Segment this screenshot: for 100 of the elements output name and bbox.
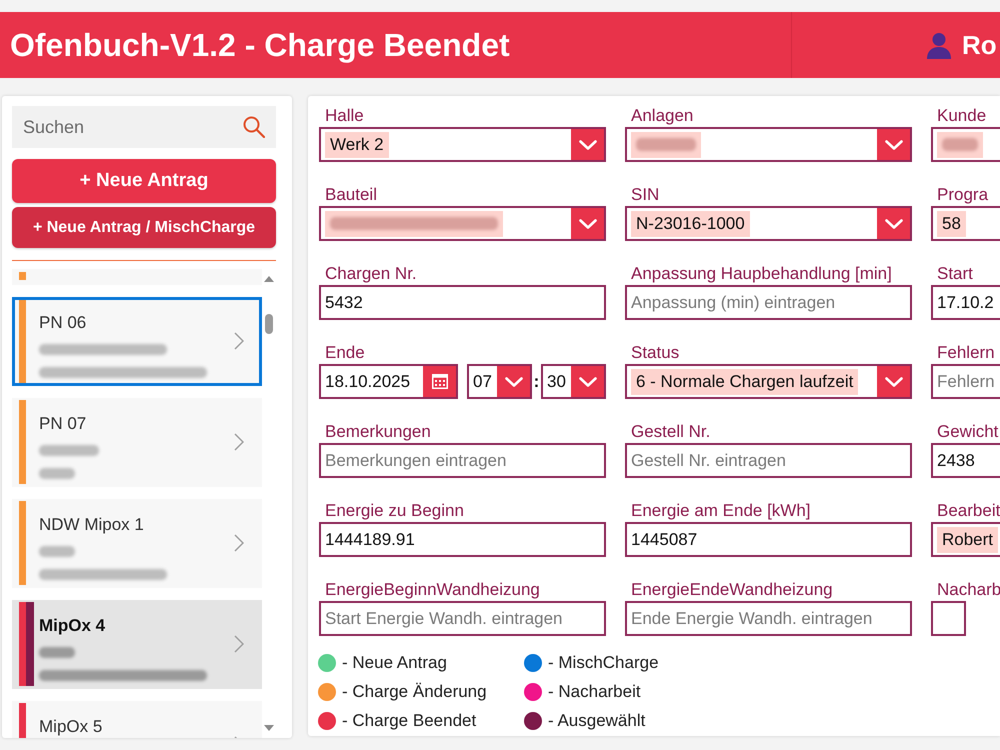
dropdown-button[interactable] [571, 208, 604, 239]
list-item[interactable]: PN 07 [12, 398, 262, 487]
field-label: Gewicht [936, 422, 1000, 442]
field-label: Bauteil [324, 185, 378, 205]
search-field[interactable]: Suchen [12, 106, 276, 148]
field-label: Anpassung Haupbehandlung [min] [630, 264, 893, 284]
date-field[interactable]: 18.10.2025 [319, 364, 458, 399]
field-label: EnergieEndeWandheizung [630, 580, 834, 600]
text-field[interactable]: 2438 [931, 443, 1000, 478]
time-separator: : [532, 372, 540, 392]
text-field[interactable]: Anpassung (min) eintragen [625, 285, 912, 320]
field-label: Halle [324, 106, 365, 126]
field-label: Bearbeit [936, 501, 1000, 521]
text-field[interactable]: Start Energie Wandh. eintragen [319, 601, 606, 636]
chevron-right-icon [234, 433, 244, 451]
text-field[interactable]: Gestell Nr. eintragen [625, 443, 912, 478]
field-label: Ende [324, 343, 366, 363]
chevron-down-icon [884, 140, 902, 150]
legend-label: - Charge Änderung [342, 682, 487, 702]
field-label: Status [630, 343, 680, 363]
field-label: Energie am Ende [kWh] [630, 501, 812, 521]
blurred-text [39, 468, 75, 479]
legend-label: - MischCharge [548, 652, 659, 672]
app-title: Ofenbuch-V1.2 - Charge Beendet [10, 26, 510, 64]
dropdown-field[interactable]: 6 - Normale Chargen laufzeit [625, 364, 912, 399]
text-field[interactable]: 1445087 [625, 522, 912, 557]
field-label: Start [936, 264, 974, 284]
dropdown-button[interactable] [497, 366, 530, 397]
field-label: Chargen Nr. [324, 264, 418, 284]
field-label: Progra [936, 185, 990, 205]
scrollbar-thumb[interactable] [265, 314, 273, 334]
calendar-button[interactable] [423, 366, 456, 397]
hour-value: 07 [472, 372, 492, 392]
dropdown-button[interactable] [877, 129, 910, 160]
search-icon [243, 116, 265, 138]
chevron-down-icon [578, 218, 596, 228]
text-field[interactable]: Ende Energie Wandh. eintragen [625, 601, 912, 636]
chevron-right-icon [234, 635, 244, 653]
field-label: Fehlern [936, 343, 996, 363]
field-label: EnergieBeginnWandheizung [324, 580, 541, 600]
dropdown-field[interactable]: Werk 2 [319, 127, 606, 162]
dropdown-field[interactable] [319, 206, 606, 241]
new-request-button[interactable]: + Neue Antrag [12, 159, 276, 203]
dropdown-field[interactable]: N-23016-1000 [625, 206, 912, 241]
dropdown-button[interactable] [877, 208, 910, 239]
selected-value: Robert [937, 526, 998, 552]
item-title: NDW Mipox 1 [39, 515, 145, 535]
new-mixed-batch-button[interactable]: + Neue Antrag / MischCharge [12, 207, 276, 248]
user-icon [927, 32, 951, 58]
field-label: SIN [630, 185, 660, 205]
list-item[interactable]: PN 06 [12, 297, 262, 386]
chevron-down-icon [578, 140, 596, 150]
dropdown-field[interactable]: Robert [931, 522, 1000, 557]
legend-label: - Neue Antrag [342, 652, 447, 672]
dropdown-field[interactable] [625, 127, 912, 162]
chevron-down-icon [884, 376, 902, 386]
list-item[interactable]: MipOx 5 [12, 701, 262, 738]
legend-label: - Nacharbeit [548, 682, 641, 702]
chevron-down-icon [504, 376, 522, 386]
blurred-text [39, 445, 99, 456]
dropdown-field[interactable] [931, 127, 1000, 162]
user-name: Ro [962, 30, 997, 60]
selected-value: N-23016-1000 [631, 210, 750, 236]
chevron-right-icon [234, 332, 244, 350]
text-field[interactable]: 1444189.91 [319, 522, 606, 557]
selected-value: 58 [937, 210, 966, 236]
field-label: Bemerkungen [324, 422, 432, 442]
field-label: Energie zu Beginn [324, 501, 465, 521]
dropdown-field[interactable]: 58 [931, 206, 1000, 241]
item-title: PN 06 [39, 313, 88, 333]
selected-value: 6 - Normale Chargen laufzeit [631, 368, 858, 394]
scroll-up-arrow-icon[interactable] [264, 276, 274, 282]
hour-dropdown[interactable]: 07 [467, 364, 532, 399]
text-field[interactable]: 17.10.2 [931, 285, 1000, 320]
chevron-down-icon [578, 376, 596, 386]
item-title: PN 07 [39, 414, 88, 434]
dropdown-button[interactable] [877, 366, 910, 397]
minute-dropdown[interactable]: 30 [541, 364, 606, 399]
chevron-right-icon [234, 534, 244, 552]
field-label: Kunde [936, 106, 988, 126]
list-item[interactable]: MipOx 4 [12, 600, 262, 689]
dropdown-button[interactable] [571, 129, 604, 160]
checkbox[interactable] [931, 601, 966, 636]
field-label: Anlagen [630, 106, 694, 126]
blurred-value [631, 132, 701, 158]
text-field[interactable]: Fehlern [931, 364, 1000, 399]
field-label: Gestell Nr. [630, 422, 712, 442]
list-item[interactable]: NDW Mipox 1 [12, 499, 262, 588]
calendar-icon [432, 374, 448, 389]
blurred-text [39, 546, 75, 557]
item-title: MipOx 4 [39, 616, 106, 636]
date-value: 18.10.2025 [324, 372, 410, 392]
item-title: MipOx 5 [39, 717, 104, 737]
blurred-text [39, 647, 75, 658]
dropdown-button[interactable] [571, 366, 604, 397]
scroll-down-arrow-icon[interactable] [264, 725, 274, 731]
minute-value: 30 [546, 372, 566, 392]
text-field[interactable]: 5432 [319, 285, 606, 320]
chevron-down-icon [884, 218, 902, 228]
text-field[interactable]: Bemerkungen eintragen [319, 443, 606, 478]
